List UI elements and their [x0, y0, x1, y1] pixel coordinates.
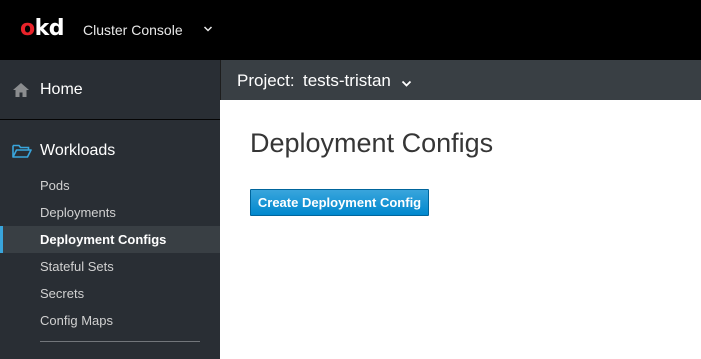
sidebar-item-secrets[interactable]: Secrets: [0, 280, 220, 307]
sidebar-item-deployment-configs[interactable]: Deployment Configs: [0, 226, 220, 253]
okd-logo[interactable]: okd: [20, 16, 65, 41]
sidebar-item-stateful-sets[interactable]: Stateful Sets: [0, 253, 220, 280]
logo-o: o: [20, 16, 35, 41]
sidebar-item-home-label: Home: [40, 81, 83, 98]
sidebar-nav: Home Workloads Pods Deployments Deployme…: [0, 60, 220, 359]
console-switcher[interactable]: Cluster Console: [83, 20, 213, 40]
project-label: Project:: [237, 71, 295, 90]
console-switcher-label: Cluster Console: [83, 22, 183, 38]
sidebar-item-pods[interactable]: Pods: [0, 172, 220, 199]
project-bar: Project: tests-tristan: [220, 60, 701, 100]
project-dropdown[interactable]: tests-tristan: [303, 71, 391, 91]
chevron-down-icon: [203, 21, 213, 39]
sidebar-item-config-maps[interactable]: Config Maps: [0, 307, 220, 334]
sidebar-item-home[interactable]: Home: [0, 60, 220, 120]
sidebar-divider: [40, 341, 200, 342]
page-title: Deployment Configs: [250, 128, 494, 158]
home-icon: [12, 82, 30, 103]
main-content: Deployment Configs Create Deployment Con…: [220, 100, 701, 359]
logo-kd: kd: [34, 16, 65, 41]
create-deployment-config-button[interactable]: Create Deployment Config: [250, 189, 429, 216]
workloads-subnav: Pods Deployments Deployment Configs Stat…: [0, 172, 220, 334]
sidebar-item-workloads-label: Workloads: [40, 142, 116, 159]
folder-open-icon: [12, 143, 32, 164]
sidebar-item-workloads[interactable]: Workloads: [0, 140, 220, 164]
masthead: okd Cluster Console: [0, 0, 701, 60]
chevron-down-icon[interactable]: [401, 76, 412, 94]
sidebar-item-deployments[interactable]: Deployments: [0, 199, 220, 226]
